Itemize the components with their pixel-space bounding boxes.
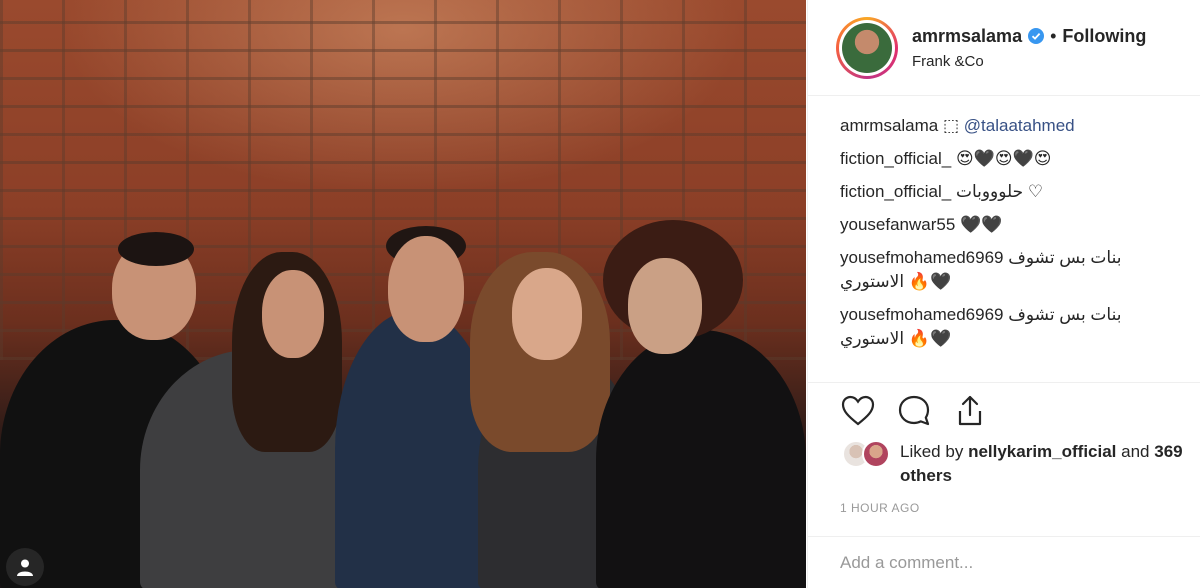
comment-item: yousefmohamed6969 بنات بس تشوف الاستوري … bbox=[840, 246, 1170, 294]
separator-dot: • bbox=[1050, 25, 1057, 46]
post-location[interactable]: Frank &Co bbox=[912, 53, 1146, 70]
person-5 bbox=[596, 330, 806, 588]
comment-text: 🖤🖤 bbox=[960, 215, 1003, 234]
author-avatar[interactable] bbox=[836, 16, 898, 79]
likes-and: and bbox=[1121, 442, 1150, 461]
post-sidebar: amrmsalama • Following Frank &Co amrmsal… bbox=[807, 0, 1200, 588]
person-4-head bbox=[512, 268, 582, 360]
user-tag-icon bbox=[17, 559, 33, 576]
liker-username[interactable]: nellykarim_official bbox=[968, 442, 1116, 461]
author-username[interactable]: amrmsalama bbox=[912, 26, 1022, 47]
heart-icon[interactable] bbox=[840, 393, 876, 429]
comment-username[interactable]: yousefmohamed6969 bbox=[840, 248, 1004, 267]
comments-list: amrmsalama ⬚ @talaatahmed fiction_offici… bbox=[808, 96, 1200, 383]
post-header: amrmsalama • Following Frank &Co bbox=[808, 0, 1200, 96]
comment-username[interactable]: yousefanwar55 bbox=[840, 215, 955, 234]
comment-item: amrmsalama ⬚ @talaatahmed bbox=[840, 114, 1200, 138]
share-icon[interactable] bbox=[952, 393, 988, 429]
add-comment-input[interactable]: Add a comment... bbox=[808, 536, 1200, 588]
person-1-hair bbox=[118, 232, 194, 266]
tagged-users-button[interactable] bbox=[6, 548, 44, 586]
comment-username[interactable]: yousefmohamed6969 bbox=[840, 305, 1004, 324]
comment-item: yousefmohamed6969 بنات بس تشوف الاستوري … bbox=[840, 303, 1170, 351]
likes-prefix: Liked by bbox=[900, 442, 964, 461]
person-2-head bbox=[262, 270, 324, 358]
comment-text: 😍🖤😍🖤😍 bbox=[955, 149, 1052, 168]
liker-avatar[interactable] bbox=[862, 440, 890, 468]
person-3-head bbox=[388, 236, 464, 342]
comment-item: yousefanwar55 🖤🖤 bbox=[840, 213, 1200, 237]
post-photo[interactable] bbox=[0, 0, 806, 588]
author-avatar-image bbox=[842, 22, 892, 73]
comment-username[interactable]: fiction_official_ bbox=[840, 149, 951, 168]
person-5-head bbox=[628, 258, 702, 354]
post-timestamp[interactable]: 1 HOUR AGO bbox=[840, 501, 920, 515]
verified-badge-icon bbox=[1028, 28, 1045, 44]
comment-username[interactable]: fiction_official_ bbox=[840, 182, 951, 201]
comment-username[interactable]: amrmsalama bbox=[840, 116, 938, 135]
comment-mention[interactable]: @talaatahmed bbox=[964, 116, 1075, 135]
comment-item: fiction_official_ 😍🖤😍🖤😍 bbox=[840, 147, 1200, 171]
comment-text: ⬚ bbox=[942, 116, 960, 135]
comment-icon[interactable] bbox=[896, 393, 932, 429]
post-actions bbox=[840, 393, 988, 429]
comment-text: حلوووبات ♡ bbox=[955, 182, 1044, 201]
likes-summary: Liked by nellykarim_official and 369 oth… bbox=[842, 440, 1200, 488]
following-button[interactable]: Following bbox=[1062, 26, 1146, 47]
comment-item: fiction_official_ حلوووبات ♡ bbox=[840, 180, 1200, 204]
